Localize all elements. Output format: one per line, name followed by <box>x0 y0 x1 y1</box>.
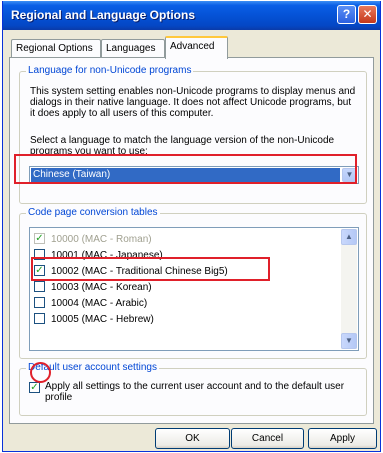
checkbox[interactable] <box>34 297 45 308</box>
non-unicode-group: Language for non-Unicode programs This s… <box>19 65 367 204</box>
tab-languages[interactable]: Languages <box>101 39 165 58</box>
window-title: Regional and Language Options <box>11 8 196 22</box>
help-button[interactable]: ? <box>337 5 356 24</box>
code-page-list[interactable]: ✓ 10000 (MAC - Roman) 10001 (MAC - Japan… <box>29 227 359 351</box>
ok-button[interactable]: OK <box>155 428 230 449</box>
apply-all-checkbox[interactable]: ✓ <box>29 382 40 393</box>
list-item-label: 10005 (MAC - Hebrew) <box>51 314 154 325</box>
code-page-legend: Code page conversion tables <box>26 207 160 218</box>
non-unicode-description: This system setting enables non-Unicode … <box>30 86 356 119</box>
title-bar[interactable]: Regional and Language Options ? ✕ <box>3 1 380 30</box>
list-item-label: 10003 (MAC - Korean) <box>51 282 152 293</box>
cancel-button[interactable]: Cancel <box>231 428 304 449</box>
list-item-label: 10004 (MAC - Arabic) <box>51 298 148 309</box>
default-user-legend: Default user account settings <box>26 362 159 373</box>
scroll-up-icon[interactable]: ▲ <box>341 229 357 245</box>
default-user-group: Default user account settings ✓ Apply al… <box>19 362 367 416</box>
apply-button[interactable]: Apply <box>308 428 377 449</box>
tab-regional-options[interactable]: Regional Options <box>11 39 101 58</box>
non-unicode-language-select[interactable]: Chinese (Taiwan) ▼ <box>29 166 359 184</box>
checkbox-checked: ✓ <box>34 233 45 244</box>
dialog-window: Regional and Language Options ? ✕ Region… <box>2 1 381 452</box>
close-button[interactable]: ✕ <box>358 5 377 24</box>
language-select-prompt: Select a language to match the language … <box>30 135 335 157</box>
list-item-label: 10000 (MAC - Roman) <box>51 234 152 245</box>
code-page-group: Code page conversion tables ✓ 10000 (MAC… <box>19 207 367 359</box>
apply-all-label[interactable]: Apply all settings to the current user a… <box>45 381 355 403</box>
list-item-label: 10002 (MAC - Traditional Chinese Big5) <box>51 266 228 277</box>
advanced-tab-panel: Language for non-Unicode programs This s… <box>9 57 374 424</box>
tab-advanced[interactable]: Advanced <box>165 36 228 59</box>
checkbox-checked[interactable]: ✓ <box>34 265 45 276</box>
chevron-down-icon[interactable]: ▼ <box>342 168 357 182</box>
list-item-label: 10001 (MAC - Japanese) <box>51 250 163 261</box>
non-unicode-legend: Language for non-Unicode programs <box>26 65 194 76</box>
checkbox[interactable] <box>34 313 45 324</box>
checkbox[interactable] <box>34 249 45 260</box>
scroll-down-icon[interactable]: ▼ <box>341 333 357 349</box>
selected-language: Chinese (Taiwan) <box>31 168 340 182</box>
checkbox[interactable] <box>34 281 45 292</box>
list-scrollbar[interactable]: ▲ ▼ <box>341 229 357 349</box>
